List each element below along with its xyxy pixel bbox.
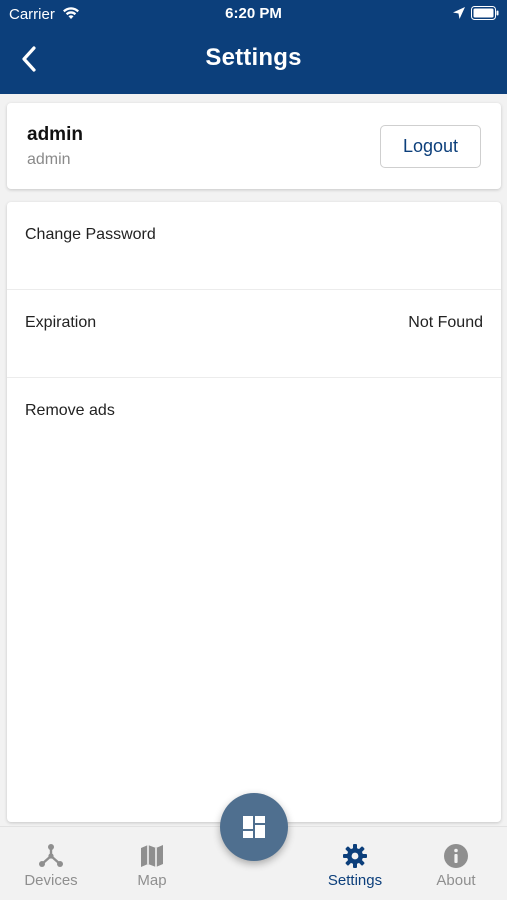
- settings-row-expiration[interactable]: Expiration Not Found: [7, 290, 501, 378]
- page-title: Settings: [205, 44, 302, 71]
- row-label: Expiration: [25, 314, 97, 331]
- status-bar: Carrier 6:20 PM: [0, 0, 507, 28]
- user-name: admin: [27, 124, 83, 145]
- info-icon: [444, 844, 468, 868]
- devices-icon: [39, 844, 63, 867]
- gear-icon: [343, 844, 367, 868]
- map-icon: [141, 845, 163, 867]
- dashboard-fab-button[interactable]: [220, 793, 288, 861]
- settings-row-remove-ads[interactable]: Remove ads: [7, 378, 501, 466]
- tab-devices[interactable]: Devices: [6, 827, 96, 900]
- dashboard-grid-icon: [243, 816, 265, 838]
- user-subtitle: admin: [27, 151, 71, 168]
- row-label: Change Password: [25, 226, 156, 243]
- tab-label-about: About: [436, 872, 476, 889]
- tab-label-map: Map: [137, 872, 167, 889]
- app-header: Carrier 6:20 PM Settings: [0, 0, 507, 94]
- tab-label-devices: Devices: [24, 872, 78, 889]
- logout-button[interactable]: Logout: [380, 125, 481, 168]
- status-time: 6:20 PM: [225, 5, 282, 22]
- settings-list: Change Password Expiration Not Found Rem…: [7, 202, 501, 822]
- tab-label-settings: Settings: [327, 872, 383, 889]
- settings-row-change-password[interactable]: Change Password: [7, 202, 501, 290]
- location-arrow-icon: [453, 7, 465, 19]
- row-label: Remove ads: [25, 402, 115, 419]
- tab-map[interactable]: Map: [107, 827, 197, 900]
- expiration-value: Not Found: [408, 314, 483, 331]
- battery-icon: [471, 6, 499, 20]
- user-card: admin admin Logout: [7, 103, 501, 189]
- tab-about[interactable]: About: [411, 827, 501, 900]
- tab-settings[interactable]: Settings: [310, 827, 400, 900]
